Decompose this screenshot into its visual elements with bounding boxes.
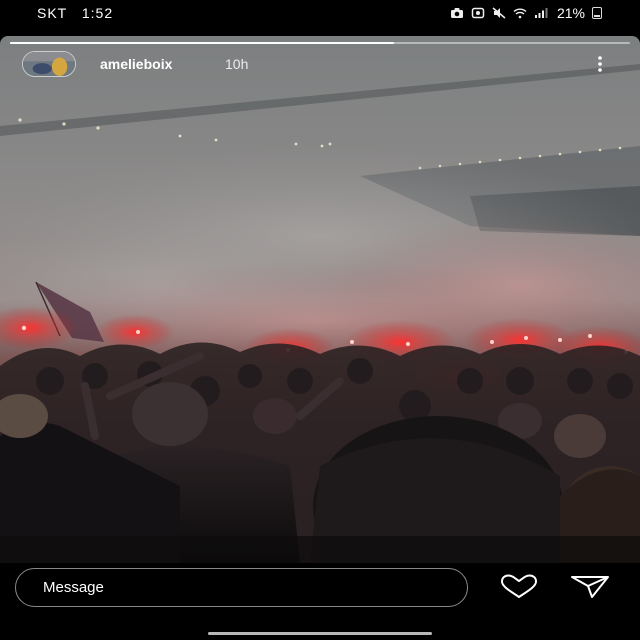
status-bar: SKT 1:52 21% [0,0,640,28]
story-screen: SKT 1:52 21% amelieboix 10h Message [0,0,640,640]
story-viewer[interactable]: amelieboix 10h [0,36,640,563]
status-left: SKT 1:52 [37,5,113,21]
camera-icon [450,7,464,19]
avatar[interactable] [22,51,76,77]
send-button[interactable] [570,574,610,600]
heart-icon [500,574,538,599]
battery-icon [592,7,602,19]
reply-bar [0,563,640,640]
more-options-button[interactable] [594,55,606,73]
carrier-label: SKT [37,5,67,21]
story-timestamp: 10h [225,56,249,72]
story-photo [0,36,640,563]
story-username[interactable]: amelieboix [100,56,172,72]
send-icon [571,576,609,598]
story-progress-bar [10,42,630,44]
like-button[interactable] [498,574,540,600]
clock: 1:52 [81,5,114,21]
home-indicator[interactable] [208,632,432,635]
mute-icon [492,7,506,19]
alarm-icon [471,7,485,19]
battery-percent: 21% [556,5,585,21]
wifi-icon [513,7,527,19]
status-right: 21% [450,5,602,21]
story-progress-fill [10,42,395,44]
more-vertical-icon [598,56,602,72]
signal-icon [534,7,548,19]
message-input[interactable] [15,568,468,607]
